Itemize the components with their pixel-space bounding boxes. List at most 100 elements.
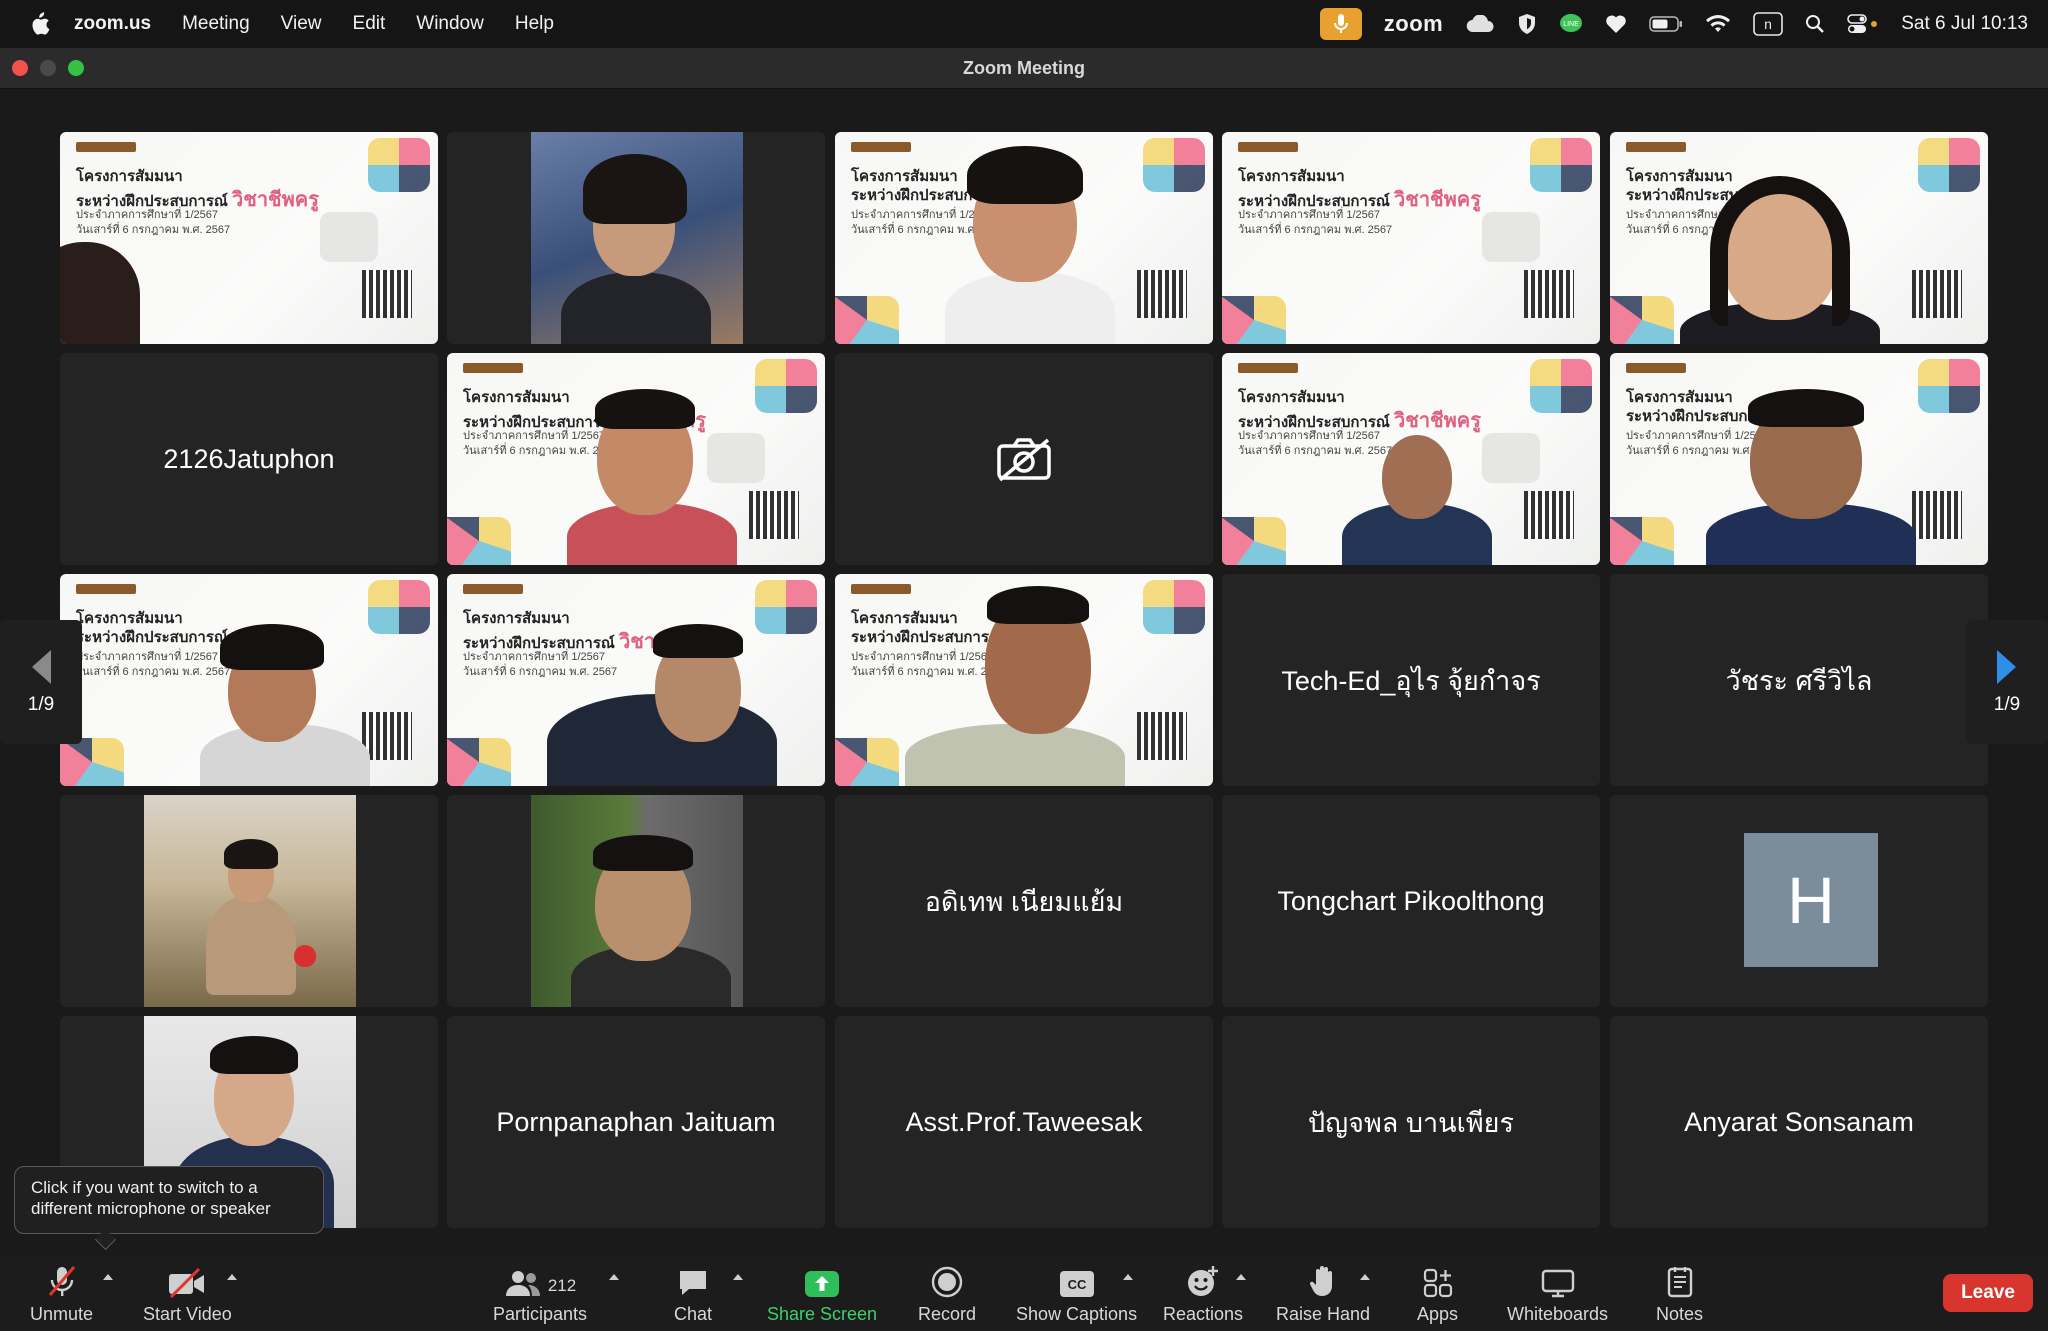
university-logo	[1238, 142, 1298, 152]
leave-meeting-button[interactable]: Leave	[1943, 1274, 2033, 1312]
slide-date: วันเสาร์ที่ 6 กรกฎาคม พ.ศ. 2567	[76, 224, 231, 236]
mic-in-use-icon[interactable]	[1319, 8, 1362, 40]
microphone-muted-icon	[48, 1266, 75, 1296]
fullscreen-window-button[interactable]	[68, 60, 84, 76]
slide-title-line: ระหว่างฝึกประสบการณ์	[76, 625, 228, 649]
decorative-hexagons	[60, 738, 124, 786]
participant-tile-10[interactable]: โครงการสัมมนา ระหว่างฝึกประสบการณ์ ประจำ…	[1610, 353, 1988, 565]
decorative-hexagon	[1482, 433, 1540, 483]
line-app-icon[interactable]: LINE	[1559, 13, 1583, 35]
heart-icon[interactable]	[1605, 14, 1627, 34]
next-page-button[interactable]: 1/9	[1966, 620, 2048, 744]
participant-tile-h[interactable]: H	[1610, 795, 1988, 1007]
wifi-icon[interactable]	[1705, 14, 1731, 34]
qr-code-icon	[362, 712, 412, 760]
participant-tile-adithep[interactable]: อดิเทพ เนียมแย้ม	[835, 795, 1213, 1007]
notes-label: Notes	[1656, 1304, 1704, 1324]
participant-tile-2126jatuphon[interactable]: 2126Jatuphon	[60, 353, 438, 565]
reactions-options-caret[interactable]	[1236, 1274, 1246, 1280]
closed-captions-icon: CC	[1059, 1271, 1094, 1297]
qr-code-icon	[1137, 712, 1187, 760]
avatar: H	[1744, 833, 1878, 967]
chat-label: Chat	[674, 1304, 713, 1324]
svg-text:CC: CC	[1067, 1277, 1086, 1292]
decorative-hexagons	[835, 738, 899, 786]
chat-button[interactable]: Chat	[674, 1264, 712, 1325]
participant-tile-2[interactable]	[447, 132, 825, 344]
show-captions-button[interactable]: CC Show Captions	[1016, 1264, 1137, 1325]
previous-page-button[interactable]: 1/9	[0, 620, 82, 744]
whiteboards-button[interactable]: Whiteboards	[1507, 1264, 1608, 1325]
participant-tile-12[interactable]: โครงการสัมมนา ระหว่างฝึกประสบการณ์ วิชาช…	[447, 574, 825, 786]
notes-button[interactable]: Notes	[1656, 1264, 1703, 1325]
slide-date: วันเสาร์ที่ 6 กรกฎาคม พ.ศ. 2567	[76, 666, 231, 678]
cloud-icon[interactable]	[1465, 15, 1495, 33]
spotlight-search-icon[interactable]	[1805, 14, 1825, 34]
menubar-clock[interactable]: Sat 6 Jul 10:13	[1901, 13, 2028, 35]
participant-tile-11[interactable]: โครงการสัมมนา ระหว่างฝึกประสบการณ์ ประจำ…	[60, 574, 438, 786]
reactions-button[interactable]: Reactions	[1163, 1264, 1243, 1325]
participant-tile-5[interactable]: โครงการสัมมนา ระหว่างฝึกประสบการณ์ ประจำ…	[1610, 132, 1988, 344]
raise-hand-options-caret[interactable]	[1360, 1274, 1370, 1280]
decorative-hexagons	[1610, 296, 1674, 344]
unmute-label: Unmute	[30, 1304, 94, 1324]
minimize-window-button[interactable]	[40, 60, 56, 76]
control-center-icon[interactable]	[1847, 14, 1879, 34]
record-icon	[931, 1266, 963, 1298]
participants-button[interactable]: 212 Participants	[493, 1264, 587, 1325]
qr-code-icon	[1912, 270, 1962, 318]
participant-tile-13[interactable]: โครงการสัมมนา ระหว่างฝึกประสบการณ์ ประจำ…	[835, 574, 1213, 786]
zoom-status-label[interactable]: zoom	[1384, 11, 1443, 37]
participant-tile-tech-ed[interactable]: Tech-Ed_อุไร จุ้ยกำจร	[1222, 574, 1600, 786]
shield-icon[interactable]	[1517, 13, 1537, 35]
participant-tile-7[interactable]: โครงการสัมมนา ระหว่างฝึกประสบการณ์ วิชาช…	[447, 353, 825, 565]
input-method-icon[interactable]: n	[1753, 12, 1784, 36]
apps-icon	[1423, 1268, 1452, 1298]
participant-name: อดิเทพ เนียมแย้ม	[924, 886, 1124, 917]
participant-tile-pornpanaphan[interactable]: Pornpanaphan Jaituam	[447, 1016, 825, 1228]
menu-app-zoom[interactable]: zoom.us	[74, 13, 151, 35]
unmute-button[interactable]: Unmute	[30, 1264, 93, 1325]
decorative-hexagons	[1143, 580, 1205, 634]
participant-tile-taweesak[interactable]: Asst.Prof.Taweesak	[835, 1016, 1213, 1228]
whiteboard-icon	[1541, 1269, 1574, 1298]
slide-title-accent: วิชาชีพครู	[232, 189, 319, 211]
participant-name: Tech-Ed_อุไร จุ้ยกำจร	[1281, 665, 1541, 696]
participant-tile-anyarat[interactable]: Anyarat Sonsanam	[1610, 1016, 1988, 1228]
participant-tile-17[interactable]	[447, 795, 825, 1007]
start-video-button[interactable]: Start Video	[143, 1264, 232, 1325]
decorative-hexagons	[1222, 517, 1286, 565]
video-options-caret[interactable]	[227, 1274, 237, 1280]
captions-options-caret[interactable]	[1123, 1274, 1133, 1280]
decorative-hexagons	[1918, 359, 1980, 413]
menu-help[interactable]: Help	[515, 13, 554, 35]
menu-edit[interactable]: Edit	[353, 13, 386, 35]
menu-view[interactable]: View	[281, 13, 322, 35]
apps-button[interactable]: Apps	[1417, 1264, 1458, 1325]
participant-tile-4[interactable]: โครงการสัมมนา ระหว่างฝึกประสบการณ์ วิชาช…	[1222, 132, 1600, 344]
audio-options-caret[interactable]	[103, 1274, 113, 1280]
share-screen-button[interactable]: Share Screen	[767, 1264, 877, 1325]
participant-name: 2126Jatuphon	[163, 443, 335, 474]
page-indicator-left: 1/9	[27, 694, 55, 715]
battery-icon[interactable]	[1649, 16, 1683, 32]
svg-text:n: n	[1764, 16, 1772, 32]
chat-options-caret[interactable]	[733, 1274, 743, 1280]
close-window-button[interactable]	[12, 60, 28, 76]
apple-icon[interactable]	[28, 12, 50, 36]
participants-options-caret[interactable]	[609, 1274, 619, 1280]
menu-window[interactable]: Window	[416, 13, 484, 35]
participant-tile-watchara[interactable]: วัชระ ศรีวิไล	[1610, 574, 1988, 786]
participant-tile-video-off[interactable]	[835, 353, 1213, 565]
participant-tile-active-speaker[interactable]: โครงการสัมมนา ระหว่างฝึกประสบการณ์ ประจำ…	[835, 132, 1213, 344]
decorative-hexagons	[755, 359, 817, 413]
participant-tile-9[interactable]: โครงการสัมมนา ระหว่างฝึกประสบการณ์ วิชาช…	[1222, 353, 1600, 565]
mac-menu-bar: zoom.us Meeting View Edit Window Help zo…	[0, 0, 2048, 48]
participant-tile-1[interactable]: โครงการสัมมนา ระหว่างฝึกประสบการณ์ วิชาช…	[60, 132, 438, 344]
participant-tile-16[interactable]	[60, 795, 438, 1007]
participant-tile-tongchart[interactable]: Tongchart Pikoolthong	[1222, 795, 1600, 1007]
participant-tile-panyaphon[interactable]: ปัญจพล บานเพียร	[1222, 1016, 1600, 1228]
raise-hand-button[interactable]: Raise Hand	[1276, 1264, 1370, 1325]
menu-meeting[interactable]: Meeting	[182, 13, 250, 35]
record-button[interactable]: Record	[918, 1264, 976, 1325]
